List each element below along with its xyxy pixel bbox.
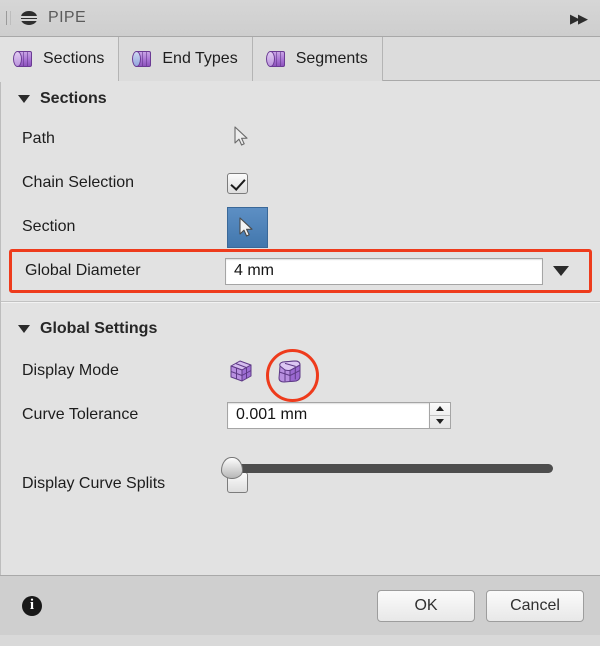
chevron-down-icon [18,95,30,103]
sections-group-title: Sections [40,90,107,107]
window-bottom-edge [0,635,600,646]
stepper-down-icon[interactable] [430,416,450,428]
double-right-arrow-icon[interactable]: ▶▶ [570,12,588,25]
chevron-down-icon[interactable] [553,266,569,276]
tab-sections-label: Sections [43,50,105,67]
row-curve-tolerance: Curve Tolerance 0.001 mm [1,395,600,435]
curve-tolerance-slider[interactable] [221,457,553,479]
row-global-diameter-highlighted: Global Diameter 4 mm [9,249,592,293]
tab-segments[interactable]: Segments [252,37,383,81]
cylinder-icon [13,51,35,67]
drag-grip[interactable] [6,11,11,25]
global-settings-group-title: Global Settings [40,320,158,337]
global-settings-group-header[interactable]: Global Settings [1,311,600,347]
box-cube-icon[interactable] [227,357,255,385]
row-chain-selection: Chain Selection [1,161,600,205]
global-diameter-input[interactable]: 4 mm [225,257,543,285]
sections-group-header[interactable]: Sections [1,81,600,117]
stepper-up-icon[interactable] [430,403,450,416]
window-title: PIPE [48,9,87,26]
global-diameter-label: Global Diameter [25,262,141,279]
chevron-down-icon [18,325,30,333]
chain-selection-label: Chain Selection [22,174,135,191]
slider-handle[interactable] [221,457,243,479]
curve-tolerance-input[interactable]: 0.001 mm [227,401,430,429]
footer-buttons: OK Cancel [377,589,584,622]
cancel-button[interactable]: Cancel [486,589,584,622]
pipe-icon [21,10,37,26]
cylinder-icon [132,51,154,67]
tab-segments-label: Segments [295,50,368,67]
display-mode-label: Display Mode [22,362,119,379]
cursor-pick-icon [239,216,255,238]
info-icon[interactable]: i [22,595,42,616]
chain-selection-checkbox[interactable] [227,172,248,194]
tab-bar: Sections End Types Segments [0,37,600,82]
slider-track[interactable] [229,464,553,473]
dialog-footer: i OK Cancel [0,575,600,635]
row-path: Path [1,117,600,161]
window-titlebar: PIPE ▶▶ [0,0,600,37]
tab-end-types[interactable]: End Types [119,37,253,81]
display-curve-splits-label: Display Curve Splits [22,475,166,492]
dialog-content: Sections Path Chain Selection Section Gl… [0,81,600,575]
tab-sections[interactable]: Sections [0,37,120,82]
section-pick-button[interactable] [227,206,268,248]
path-label: Path [22,130,55,147]
section-label: Section [22,218,76,235]
curve-tolerance-label: Curve Tolerance [22,406,139,423]
curve-tolerance-stepper[interactable] [430,401,451,429]
cylinder-icon [265,51,288,67]
rounded-cube-icon[interactable] [275,357,303,385]
row-section: Section [1,205,600,249]
ok-button[interactable]: OK [377,589,475,622]
tab-end-types-label: End Types [162,50,238,67]
tab-bar-filler [382,37,600,81]
section-divider [1,301,600,303]
mouse-cursor-icon [234,126,250,147]
row-display-mode: Display Mode [1,347,600,402]
